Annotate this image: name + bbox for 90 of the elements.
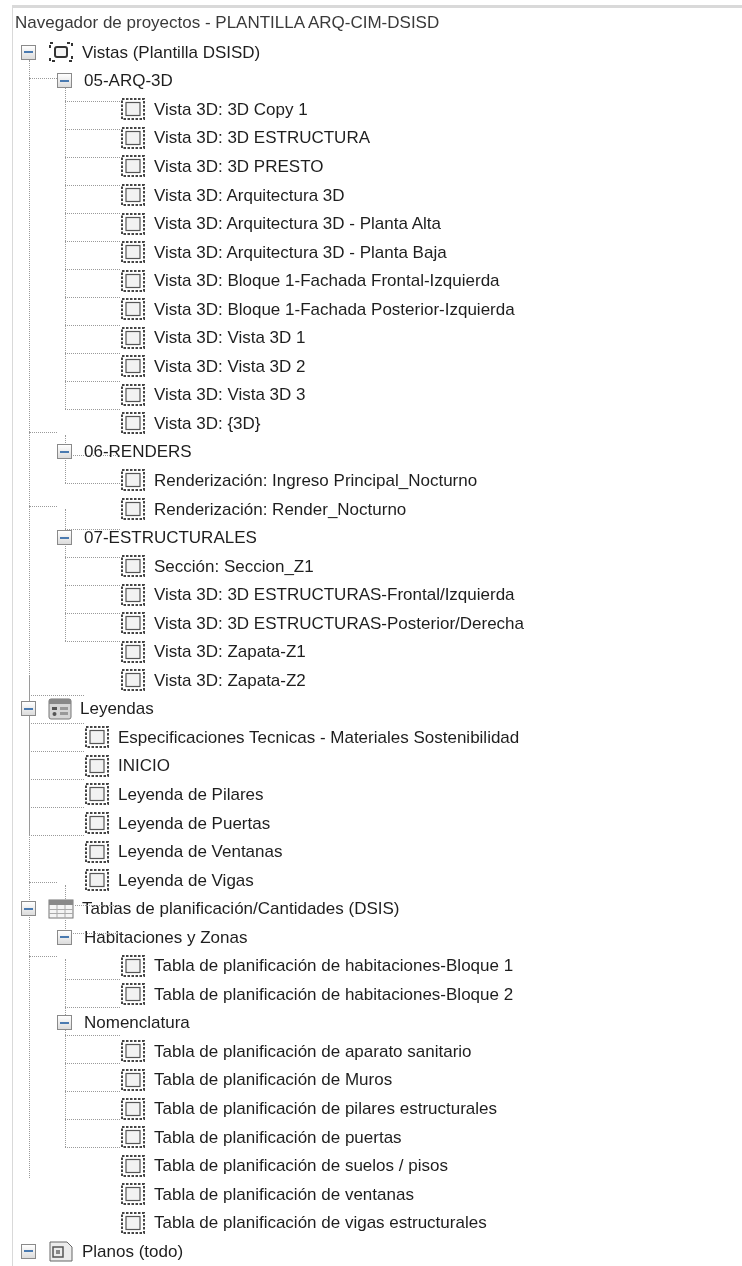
view-icon	[120, 240, 146, 265]
tree-item[interactable]: Leyenda de Ventanas	[118, 843, 283, 861]
tree-item[interactable]: Tabla de planificación de Muros	[154, 1071, 393, 1089]
tree-item[interactable]: Nomenclatura	[84, 1014, 190, 1032]
tree-item[interactable]: Renderización: Ingreso Principal_Nocturno	[154, 471, 478, 489]
view-icon	[84, 782, 110, 807]
view-icon	[120, 497, 146, 521]
view-icon	[120, 953, 146, 978]
view-icon	[120, 611, 146, 636]
tree-item[interactable]: Vista 3D: Arquitectura 3D - Planta Alta	[154, 215, 441, 233]
tree-item[interactable]: Tabla de planificación de habitaciones-Bloque 1	[154, 957, 514, 975]
view-icon	[120, 1067, 146, 1092]
panel-title: Navegador de proyectos - PLANTILLA ARQ-CIM-DSISD	[14, 12, 441, 35]
legend-icon	[48, 697, 72, 720]
collapse-button[interactable]	[57, 530, 72, 546]
sheet-icon	[48, 1240, 74, 1263]
tree-item[interactable]: Habitaciones y Zonas	[84, 928, 248, 946]
collapse-button[interactable]	[21, 901, 36, 917]
tree-item[interactable]: Tabla de planificación de vigas estructurales	[154, 1214, 487, 1232]
tree-item[interactable]: Leyenda de Vigas	[118, 871, 254, 889]
tree-item[interactable]: Vista 3D: 3D ESTRUCTURAS-Frontal/Izquierda	[154, 586, 515, 604]
tree-item[interactable]: Planos (todo)	[82, 1242, 184, 1260]
tree-item[interactable]: Vista 3D: 3D ESTRUCTURA	[154, 129, 370, 147]
collapse-button[interactable]	[57, 1015, 72, 1031]
view-icon	[120, 125, 146, 150]
view-icon	[120, 1125, 146, 1150]
view-icon	[120, 382, 146, 407]
tree-item[interactable]: Tabla de planificación de pilares estructurales	[154, 1100, 498, 1117]
collapse-button[interactable]	[57, 444, 72, 460]
view-icon	[84, 725, 110, 750]
collapse-button[interactable]	[21, 701, 36, 717]
view-icon	[120, 325, 146, 350]
view-icon	[120, 468, 146, 493]
tree-item[interactable]: 05-ARQ-3D	[84, 72, 173, 90]
view-icon	[120, 1039, 146, 1064]
tree-item[interactable]: Vista 3D: Bloque 1-Fachada Posterior-Izquierda	[154, 300, 515, 318]
tree-item[interactable]: Vista 3D: Vista 3D 1	[154, 329, 306, 347]
tree-item[interactable]: Leyenda de Pilares	[118, 786, 264, 803]
tree-item[interactable]: Vista 3D: 3D ESTRUCTURAS-Posterior/Derecha	[154, 614, 524, 632]
tree-item[interactable]: Tablas de planificación/Cantidades (DSIS)	[82, 900, 400, 918]
tree-item[interactable]: Leyenda de Puertas	[118, 814, 271, 832]
view-icon	[84, 753, 110, 778]
tree-item[interactable]: Vistas (Plantilla DSISD)	[82, 43, 261, 61]
view-icon	[84, 839, 110, 864]
tree-item[interactable]: Tabla de planificación de puertas	[154, 1128, 402, 1146]
view-icon	[120, 639, 146, 664]
collapse-button[interactable]	[57, 929, 72, 945]
view-icon	[120, 1096, 146, 1121]
collapse-button[interactable]	[21, 44, 36, 60]
view-icon	[120, 582, 146, 607]
view-icon	[120, 554, 146, 579]
view-icon	[120, 154, 146, 179]
tree-item[interactable]: Especificaciones Tecnicas - Materiales Sostenibilidad	[118, 728, 520, 746]
tree-item[interactable]: Vista 3D: Bloque 1-Fachada Frontal-Izquierda	[154, 272, 500, 290]
view-icon	[120, 411, 146, 436]
view-icon	[120, 211, 146, 236]
tree-item[interactable]: INICIO	[118, 757, 170, 775]
tree-item[interactable]: Vista 3D: Arquitectura 3D - Planta Baja	[154, 243, 447, 261]
tree-item[interactable]: Renderización: Render_Nocturno	[154, 500, 407, 518]
view-icon	[120, 1210, 146, 1235]
tree-item[interactable]: Vista 3D: Vista 3D 3	[154, 386, 306, 404]
tree-item[interactable]: Tabla de planificación de ventanas	[154, 1185, 414, 1203]
view-icon	[84, 811, 110, 836]
tree-item[interactable]: 07-ESTRUCTURALES	[84, 529, 257, 547]
tree-item[interactable]: Vista 3D: {3D}	[154, 414, 261, 432]
tree-item[interactable]: Leyendas	[80, 700, 154, 718]
table-icon	[48, 898, 74, 919]
view-icon	[120, 668, 146, 693]
view-icon	[120, 354, 146, 379]
tree-item[interactable]: Vista 3D: Zapata-Z1	[154, 643, 306, 661]
view-icon	[120, 268, 146, 293]
tree-item[interactable]: Sección: Seccion_Z1	[154, 557, 314, 575]
collapse-button[interactable]	[57, 73, 72, 89]
view-icon	[120, 1182, 146, 1207]
view-icon	[120, 183, 146, 207]
tree-item[interactable]: Vista 3D: Zapata-Z2	[154, 671, 306, 689]
tree-item[interactable]: Vista 3D: Arquitectura 3D	[154, 186, 345, 204]
collapse-button[interactable]	[21, 1243, 36, 1259]
view-icon	[120, 97, 146, 122]
tree-item[interactable]: Tabla de planificación de habitaciones-Bloque 2	[154, 985, 514, 1003]
tree-item[interactable]: Vista 3D: Vista 3D 2	[154, 357, 306, 375]
tree-item[interactable]: 06-RENDERS	[84, 443, 192, 461]
view-icon	[120, 982, 146, 1007]
tree-item[interactable]: Vista 3D: 3D PRESTO	[154, 157, 324, 175]
view-icon	[120, 1153, 146, 1178]
tree-item[interactable]: Vista 3D: 3D Copy 1	[154, 100, 308, 118]
view-icon	[120, 297, 146, 322]
view-icon	[84, 868, 110, 893]
tree-item[interactable]: Tabla de planificación de aparato sanitario	[154, 1042, 472, 1060]
tree-item[interactable]: Tabla de planificación de suelos / pisos	[154, 1157, 448, 1175]
